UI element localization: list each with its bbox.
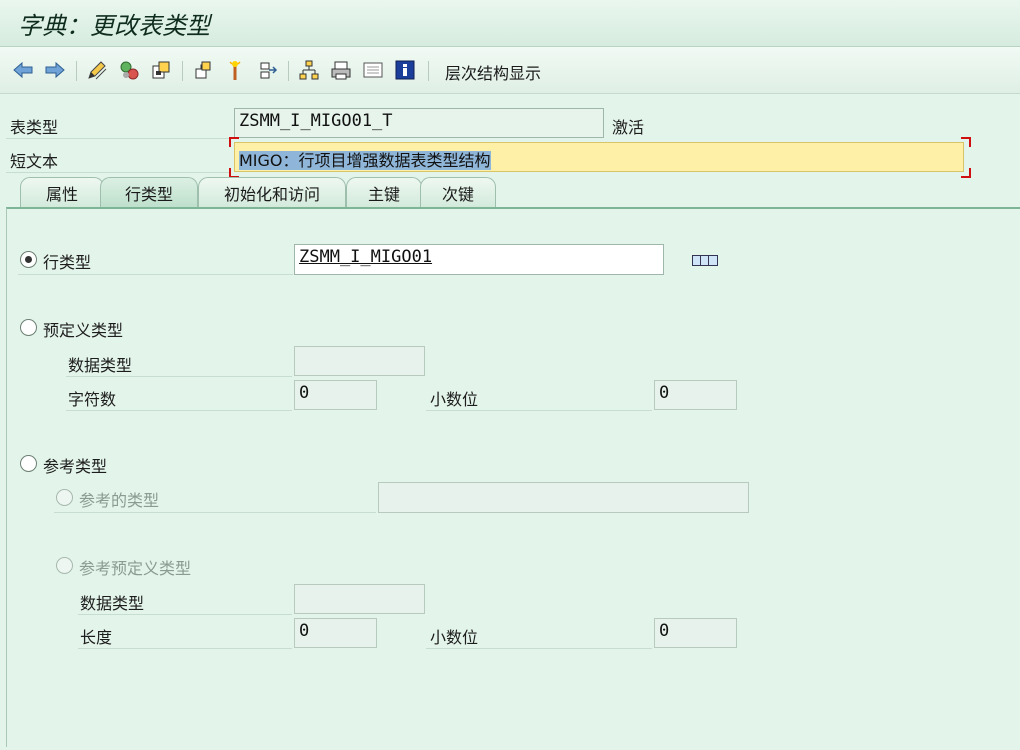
hierarchy-icon[interactable] [298,59,320,81]
toolbar: 层次结构显示 [0,47,1020,94]
navigation-icon[interactable] [256,59,278,81]
ref-decimals-field[interactable]: 0 [654,618,737,648]
divider [6,172,230,173]
toolbar-separator [428,61,429,81]
divider [6,138,230,139]
tab-init-access[interactable]: 初始化和访问 [198,177,346,207]
tab-secondary-key[interactable]: 次键 [420,177,496,207]
reference-type-radio[interactable] [20,455,37,472]
ref-data-type-label: 数据类型 [80,594,145,613]
reference-type-label: 参考类型 [43,457,108,476]
focus-bracket [961,137,971,147]
tab-panel [6,207,1020,747]
length-field[interactable]: 0 [294,618,377,648]
divider [66,376,292,377]
magic-wand-icon[interactable] [224,59,246,81]
title-bar: 字典：更改表类型 [0,0,1020,47]
info-icon[interactable] [394,59,416,81]
ref-predefined-type-label: 参考预定义类型 [79,559,192,578]
predefined-type-radio[interactable] [20,319,37,336]
divider [426,410,652,411]
forward-arrow-icon[interactable] [44,59,66,81]
focus-bracket [229,137,239,147]
window-title: 字典：更改表类型 [18,12,210,40]
other-object-icon[interactable] [150,59,172,81]
toolbar-separator [182,61,183,81]
row-type-field[interactable]: ZSMM_I_MIGO01 [294,244,664,275]
short-text-label: 短文本 [10,152,59,171]
value-help-icon[interactable] [692,255,718,266]
tab-primary-key[interactable]: 主键 [346,177,422,207]
toolbar-separator [288,61,289,81]
ref-to-type-radio[interactable] [56,489,73,506]
ref-predefined-type-radio[interactable] [56,557,73,574]
divider [426,648,652,649]
print-icon[interactable] [330,59,352,81]
back-arrow-icon[interactable] [12,59,34,81]
divider [54,512,376,513]
char-count-label: 字符数 [68,390,117,409]
decimals-label: 小数位 [430,390,479,409]
list-icon[interactable] [362,59,384,81]
predefined-type-label: 预定义类型 [43,321,124,340]
decimals-field[interactable]: 0 [654,380,737,410]
status-label: 激活 [612,118,645,137]
row-type-label: 行类型 [43,253,92,272]
char-count-field[interactable]: 0 [294,380,377,410]
tab-attributes[interactable]: 属性 [20,177,104,207]
divider [78,648,292,649]
focus-bracket [961,168,971,178]
short-text-field[interactable]: MIGO：行项目增强数据表类型结构 [234,142,964,172]
ref-to-type-field[interactable] [378,482,749,513]
divider [66,410,292,411]
ref-data-type-field[interactable] [294,584,425,614]
short-text-selection: MIGO：行项目增强数据表类型结构 [239,151,491,170]
table-type-field[interactable]: ZSMM_I_MIGO01_T [234,108,604,138]
display-change-pencil-icon[interactable] [86,59,108,81]
activate-icon[interactable] [118,59,140,81]
length-label: 长度 [80,628,113,647]
ref-to-type-label: 参考的类型 [79,491,160,510]
row-type-radio[interactable] [20,251,37,268]
toolbar-separator [76,61,77,81]
divider [78,614,292,615]
table-type-label: 表类型 [10,118,59,137]
data-type-field[interactable] [294,346,425,376]
ref-decimals-label: 小数位 [430,628,479,647]
hierarchy-display-button[interactable]: 层次结构显示 [445,60,541,84]
divider [18,274,293,275]
tab-line-type[interactable]: 行类型 [100,177,198,207]
where-used-icon[interactable] [192,59,214,81]
data-type-label: 数据类型 [68,356,133,375]
